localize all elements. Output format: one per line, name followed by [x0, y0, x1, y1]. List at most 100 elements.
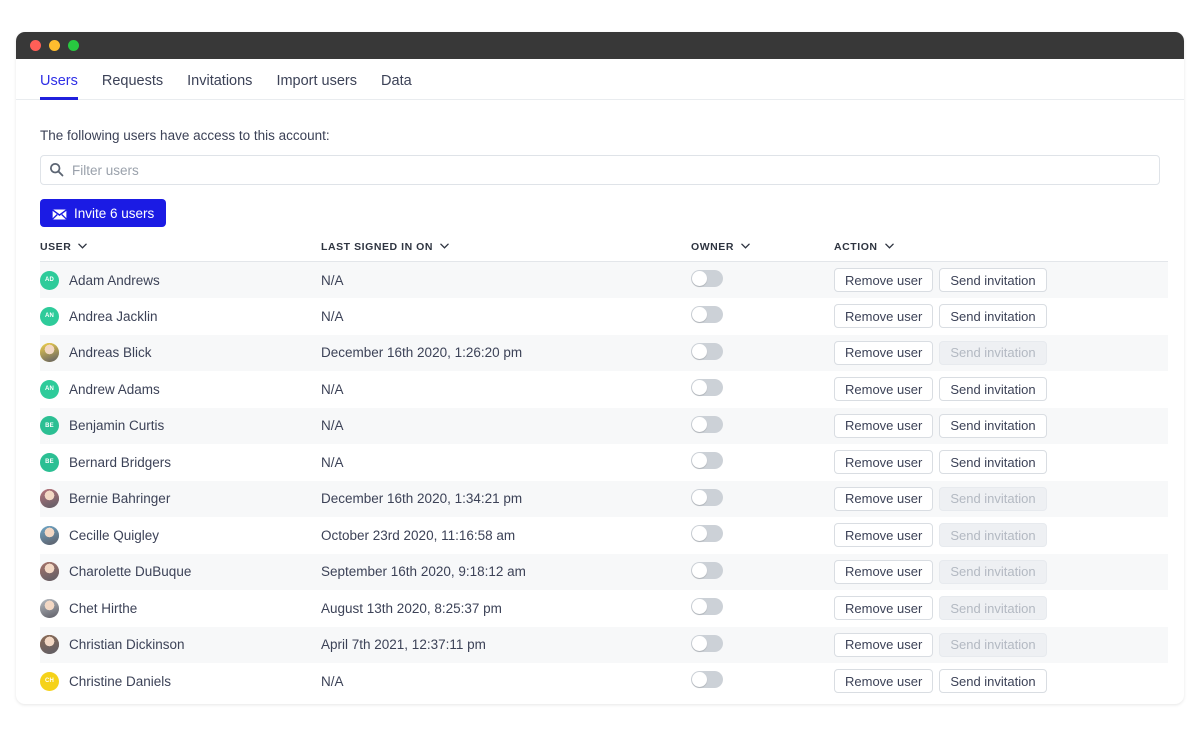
action-cell: Remove user Send invitation [834, 626, 1168, 663]
last-signed-in-cell: October 23rd 2020, 11:16:58 am [321, 517, 691, 554]
send-invitation-button[interactable]: Send invitation [939, 669, 1047, 694]
avatar: BE [40, 452, 59, 472]
send-invitation-button[interactable]: Send invitation [939, 450, 1047, 475]
user-name: Andrew Adams [69, 381, 160, 397]
send-invitation-button[interactable]: Send invitation [939, 413, 1047, 438]
maximize-window-icon[interactable] [68, 40, 79, 51]
owner-toggle-knob [692, 672, 707, 688]
send-invitation-button[interactable]: Send invitation [939, 268, 1047, 292]
owner-toggle[interactable] [691, 342, 723, 360]
owner-cell [691, 663, 834, 700]
chevron-down-icon[interactable] [440, 243, 449, 249]
remove-user-button[interactable]: Remove user [834, 596, 934, 621]
avatar [40, 562, 59, 582]
table-row: Christian Dickinson April 7th 2021, 12:37… [40, 626, 1168, 663]
owner-cell [691, 626, 834, 663]
avatar-initials: AN [44, 313, 55, 320]
owner-toggle[interactable] [691, 488, 723, 506]
table-header-row: USER LAST SIGNED IN ON OWNER ACTION [40, 235, 1168, 262]
action-cell: Remove user Send invitation [834, 334, 1168, 371]
table-row: Andreas Blick December 16th 2020, 1:26:20… [40, 334, 1168, 371]
remove-user-button[interactable]: Remove user [834, 632, 934, 657]
avatar: BE [40, 416, 59, 436]
action-buttons: Remove user Send invitation [834, 486, 1168, 511]
column-header-action[interactable]: ACTION [834, 235, 1168, 262]
send-invitation-button: Send invitation [939, 523, 1047, 548]
owner-toggle[interactable] [691, 598, 723, 616]
action-cell: Remove user Send invitation [834, 553, 1168, 590]
avatar-photo [40, 598, 59, 618]
owner-toggle[interactable] [691, 270, 723, 287]
last-signed-in-cell: N/A [321, 298, 691, 335]
remove-user-button[interactable]: Remove user [834, 304, 934, 329]
column-header-label: LAST SIGNED IN ON [321, 241, 434, 253]
minimize-window-icon[interactable] [49, 40, 60, 51]
owner-toggle[interactable] [691, 306, 723, 324]
action-buttons: Remove user Send invitation [834, 596, 1168, 621]
remove-user-button[interactable]: Remove user [834, 413, 934, 438]
action-buttons: Remove user Send invitation [834, 413, 1168, 438]
close-window-icon[interactable] [30, 40, 41, 51]
user-cell: Charolette DuBuque [40, 553, 321, 590]
send-invitation-button[interactable]: Send invitation [939, 377, 1047, 402]
table-row: AD Adam Andrews N/A Remove user Send invitat… [40, 261, 1168, 298]
remove-user-button[interactable]: Remove user [834, 669, 934, 694]
user-cell: Cecille Quigley [40, 517, 321, 554]
owner-toggle-knob [692, 489, 707, 505]
owner-toggle[interactable] [691, 634, 723, 652]
tab-import-users[interactable]: Import users [264, 73, 369, 100]
user-cell-inner: AN Andrew Adams [40, 379, 321, 399]
owner-toggle[interactable] [691, 379, 723, 397]
remove-user-button[interactable]: Remove user [834, 486, 934, 511]
send-invitation-button[interactable]: Send invitation [939, 304, 1047, 329]
owner-toggle[interactable] [691, 671, 723, 689]
remove-user-button[interactable]: Remove user [834, 268, 934, 292]
remove-user-button[interactable]: Remove user [834, 523, 934, 548]
owner-toggle-knob [692, 307, 707, 323]
invite-users-button-label: Invite 6 users [74, 205, 155, 221]
remove-user-button[interactable]: Remove user [834, 340, 934, 365]
avatar-initials: AN [44, 386, 55, 393]
tab-data[interactable]: Data [369, 73, 424, 100]
table-row: Bernie Bahringer December 16th 2020, 1:34… [40, 480, 1168, 517]
chevron-down-icon[interactable] [741, 243, 750, 249]
column-header-user[interactable]: USER [40, 235, 321, 262]
owner-toggle[interactable] [691, 452, 723, 470]
user-name: Cecille Quigley [69, 527, 160, 543]
user-cell: AN Andrea Jacklin [40, 298, 321, 335]
avatar-photo [40, 635, 59, 655]
remove-user-button[interactable]: Remove user [834, 450, 934, 475]
column-header-owner[interactable]: OWNER [691, 235, 834, 262]
action-buttons: Remove user Send invitation [834, 450, 1168, 475]
tab-requests[interactable]: Requests [90, 73, 175, 100]
avatar: AN [40, 379, 59, 399]
owner-cell [691, 261, 834, 298]
invite-users-button[interactable]: Invite 6 users [40, 199, 167, 227]
remove-user-button[interactable]: Remove user [834, 559, 934, 584]
owner-toggle[interactable] [691, 561, 723, 579]
owner-toggle[interactable] [691, 415, 723, 433]
last-signed-in-cell: August 13th 2020, 8:25:37 pm [321, 590, 691, 627]
column-header-last-signed-in-on[interactable]: LAST SIGNED IN ON [321, 235, 691, 262]
user-cell: BE Bernard Bridgers [40, 444, 321, 481]
action-cell: Remove user Send invitation [834, 371, 1168, 408]
tab-invitations[interactable]: Invitations [175, 73, 264, 100]
user-cell: CH Christine Daniels [40, 663, 321, 700]
chevron-down-icon[interactable] [78, 243, 88, 249]
search-input[interactable] [40, 155, 1160, 185]
action-cell: Remove user Send invitation [834, 663, 1168, 700]
user-cell: Andreas Blick [40, 334, 321, 371]
user-cell-inner: BE Benjamin Curtis [40, 416, 321, 436]
tab-users[interactable]: Users [40, 73, 90, 100]
chevron-down-icon[interactable] [884, 243, 894, 249]
owner-toggle-knob [692, 453, 707, 469]
avatar [40, 635, 59, 655]
remove-user-button[interactable]: Remove user [834, 377, 934, 402]
column-header-label: ACTION [834, 241, 878, 253]
action-buttons: Remove user Send invitation [834, 340, 1168, 365]
table-row: Cecille Quigley October 23rd 2020, 11:16:… [40, 517, 1168, 554]
owner-toggle[interactable] [691, 525, 723, 543]
user-cell-inner: Cecille Quigley [40, 525, 321, 545]
table-row: Chet Hirthe August 13th 2020, 8:25:37 pm R… [40, 590, 1168, 627]
user-cell: BE Benjamin Curtis [40, 407, 321, 444]
